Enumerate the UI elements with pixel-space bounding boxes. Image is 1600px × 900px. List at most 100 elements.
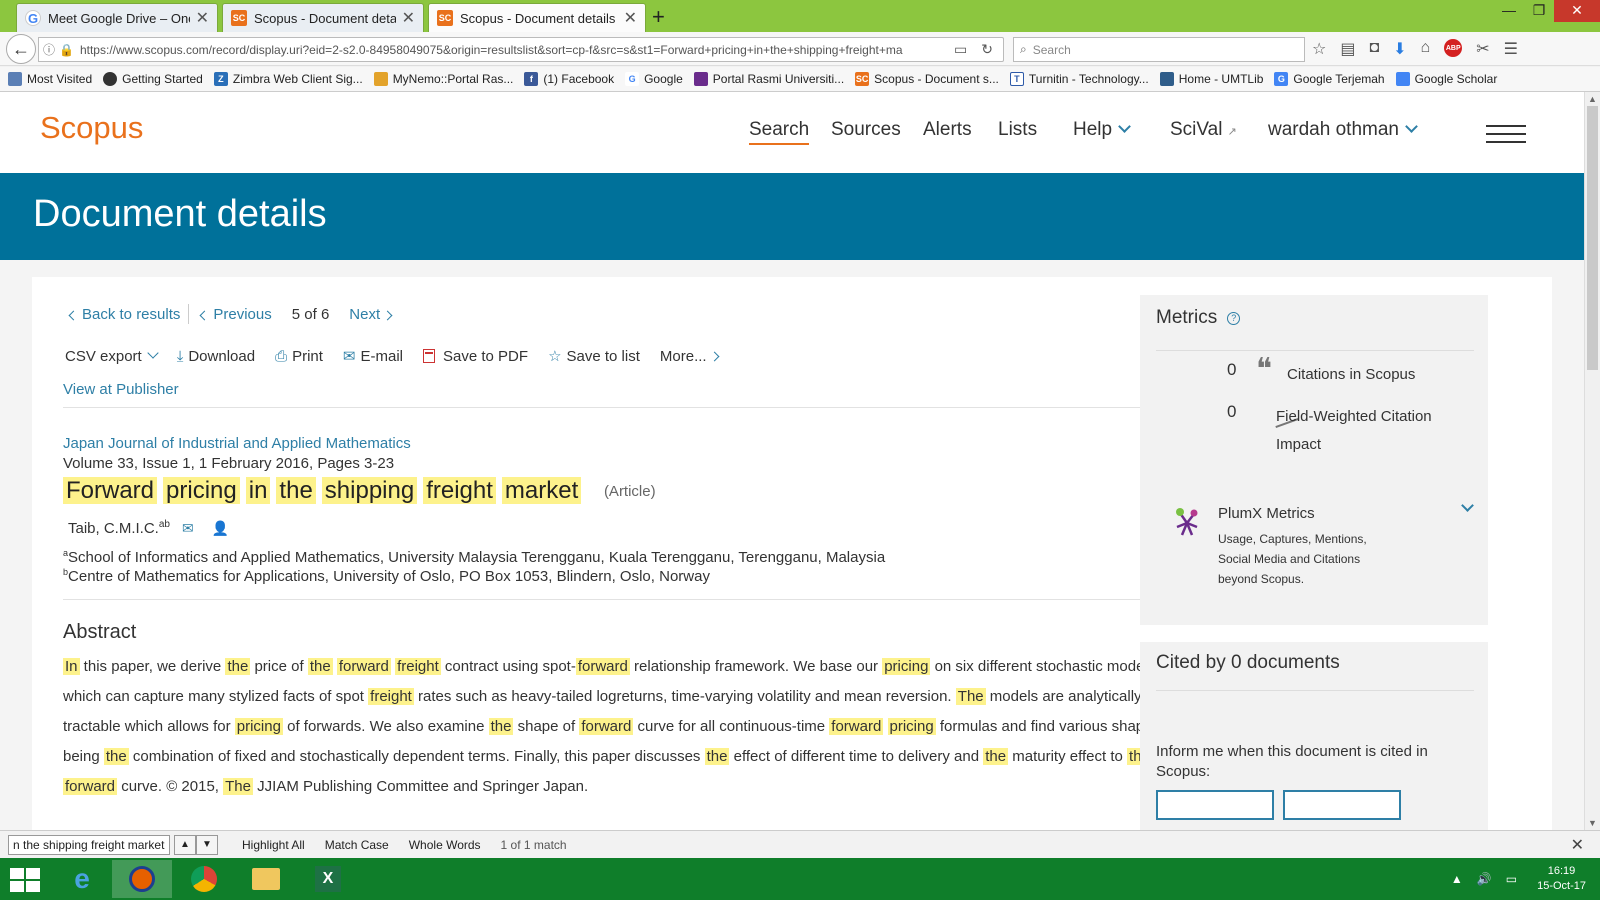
menu-icon[interactable]: ☰ <box>1504 39 1518 59</box>
minimize-button[interactable]: — <box>1494 0 1524 22</box>
translate-icon: G <box>1274 72 1289 86</box>
person-icon[interactable]: 👤 <box>212 520 229 537</box>
tab-scopus-active[interactable]: SC Scopus - Document details ✕ <box>428 3 646 32</box>
citations-label[interactable]: Citations in Scopus <box>1287 361 1415 389</box>
pocket-icon[interactable]: ◘ <box>1369 39 1379 59</box>
bookmark-item[interactable]: G Google <box>625 72 683 86</box>
bookmark-item[interactable]: Z Zimbra Web Client Sig... <box>213 72 363 86</box>
scroll-down-icon[interactable]: ▼ <box>1588 818 1597 828</box>
more-button[interactable]: More... <box>660 348 720 365</box>
firefox-taskbar-icon[interactable] <box>112 860 172 898</box>
nav-help[interactable]: Help <box>1073 119 1131 141</box>
plumx-heading[interactable]: PlumX Metrics <box>1218 505 1315 522</box>
highlighted-term: the <box>488 718 514 735</box>
window-close-button[interactable]: ✕ <box>1554 0 1600 22</box>
close-tab-icon[interactable]: ✕ <box>624 8 637 28</box>
view-at-publisher-link[interactable]: View at Publisher <box>63 381 179 398</box>
divider <box>1156 350 1474 351</box>
chevron-right-icon <box>709 351 720 361</box>
new-tab-button[interactable]: + <box>652 4 665 30</box>
set-citation-feed-button[interactable] <box>1283 790 1401 820</box>
restore-button[interactable]: ❐ <box>1524 0 1554 22</box>
highlighted-term: In <box>63 658 80 675</box>
title-word: in <box>245 477 271 504</box>
csv-export-button[interactable]: CSV export <box>65 347 159 365</box>
scopus-logo[interactable]: Scopus <box>40 110 143 146</box>
find-previous-button[interactable]: ▲ <box>174 834 196 855</box>
download-icon: ⤓ <box>176 347 184 365</box>
bookmark-item[interactable]: G Google Terjemah <box>1274 72 1385 86</box>
next-link[interactable]: Next <box>349 306 393 323</box>
nav-lists[interactable]: Lists <box>998 119 1037 141</box>
save-to-pdf-button[interactable]: Save to PDF <box>423 348 528 365</box>
site-info-icon[interactable]: ⓘ <box>43 41 55 58</box>
previous-link[interactable]: Previous <box>199 306 272 323</box>
reload-icon[interactable]: ↻ <box>981 41 993 58</box>
author-link[interactable]: Taib, C.M.I.C.ab <box>68 519 170 537</box>
bookmark-item[interactable]: f (1) Facebook <box>524 72 614 86</box>
home-icon[interactable]: ⌂ <box>1421 39 1431 59</box>
bookmark-item[interactable]: Home - UMTLib <box>1159 72 1263 86</box>
back-to-results-link[interactable]: Back to results <box>68 306 180 323</box>
user-menu[interactable]: wardah othman <box>1268 119 1418 141</box>
reader-view-icon[interactable]: ▭ <box>954 41 967 58</box>
file-explorer-icon[interactable] <box>236 860 296 898</box>
bookmark-item[interactable]: Portal Rasmi Universiti... <box>693 72 844 86</box>
clock[interactable]: 16:19 15-Oct-17 <box>1537 864 1586 894</box>
download-arrow-icon[interactable]: ⬇ <box>1393 39 1406 59</box>
bookmark-item[interactable]: Google Scholar <box>1395 72 1497 86</box>
fwci-label[interactable]: Field-Weighted Citation Impact <box>1276 403 1432 459</box>
whole-words-toggle[interactable]: Whole Words <box>409 838 481 852</box>
bookmark-item[interactable]: Most Visited <box>8 72 92 86</box>
nav-scival[interactable]: SciVal ↗ <box>1170 119 1237 141</box>
adblock-icon[interactable]: ABP <box>1444 39 1463 57</box>
email-button[interactable]: ✉ E-mail <box>343 347 403 366</box>
bookmark-star-icon[interactable]: ☆ <box>1312 39 1326 59</box>
envelope-icon[interactable]: ✉ <box>182 520 194 537</box>
nav-sources[interactable]: Sources <box>831 119 901 141</box>
highlighted-term: forward <box>829 718 884 735</box>
internet-explorer-icon[interactable]: e <box>52 860 112 898</box>
page-title: Document details <box>33 193 327 235</box>
set-citation-alert-button[interactable] <box>1156 790 1274 820</box>
vertical-scrollbar[interactable]: ▲ ▼ <box>1584 92 1600 830</box>
network-icon[interactable]: ▭ <box>1506 872 1517 886</box>
abstract-segment: this paper, we derive <box>79 658 226 675</box>
show-hidden-icons-icon[interactable]: ▲ <box>1451 872 1463 886</box>
reading-list-icon[interactable]: ▤ <box>1340 39 1355 59</box>
tab-scopus-1[interactable]: SC Scopus - Document details ✕ <box>222 3 424 32</box>
address-bar[interactable]: ⓘ 🔒 https://www.scopus.com/record/displa… <box>38 37 1004 62</box>
nav-alerts[interactable]: Alerts <box>923 119 972 141</box>
extension-icon[interactable]: ✂ <box>1476 39 1489 59</box>
close-find-bar-icon[interactable]: ✕ <box>1571 835 1584 855</box>
abstract-segment: JJIAM Publishing Committee and Springer … <box>253 778 589 795</box>
nav-search[interactable]: Search <box>749 119 810 145</box>
browser-search-input[interactable]: ⌕ Search <box>1013 37 1305 62</box>
google-g-icon: G <box>625 72 640 86</box>
match-case-toggle[interactable]: Match Case <box>325 838 389 852</box>
hamburger-menu-icon[interactable] <box>1486 125 1526 149</box>
browser-back-button[interactable]: ← <box>6 34 36 64</box>
save-to-list-button[interactable]: ☆ Save to list <box>548 347 640 366</box>
volume-icon[interactable]: 🔊 <box>1477 872 1492 886</box>
windows-start-icon[interactable] <box>10 868 40 892</box>
close-tab-icon[interactable]: ✕ <box>402 8 415 28</box>
chrome-taskbar-icon[interactable] <box>174 860 234 898</box>
scroll-up-icon[interactable]: ▲ <box>1588 94 1597 104</box>
excel-taskbar-icon[interactable]: X <box>298 860 358 898</box>
bookmark-item[interactable]: MyNemo::Portal Ras... <box>373 72 513 86</box>
bookmark-item[interactable]: SC Scopus - Document s... <box>855 72 999 86</box>
find-next-button[interactable]: ▼ <box>196 834 218 855</box>
find-input[interactable]: n the shipping freight market <box>8 834 170 855</box>
abstract-segment: curve for all continuous-time <box>633 718 830 735</box>
print-button[interactable]: ⎙ Print <box>275 348 323 365</box>
scrollbar-thumb[interactable] <box>1587 106 1598 370</box>
download-button[interactable]: ⤓ Download <box>177 348 255 365</box>
close-tab-icon[interactable]: ✕ <box>196 8 209 28</box>
highlight-all-toggle[interactable]: Highlight All <box>242 838 305 852</box>
bookmark-item[interactable]: Getting Started <box>103 72 203 86</box>
tab-google-drive[interactable]: G Meet Google Drive – One pla ✕ <box>16 3 218 32</box>
help-icon[interactable]: ? <box>1227 311 1241 325</box>
journal-link[interactable]: Japan Journal of Industrial and Applied … <box>63 435 411 452</box>
bookmark-item[interactable]: T Turnitin - Technology... <box>1009 72 1149 86</box>
